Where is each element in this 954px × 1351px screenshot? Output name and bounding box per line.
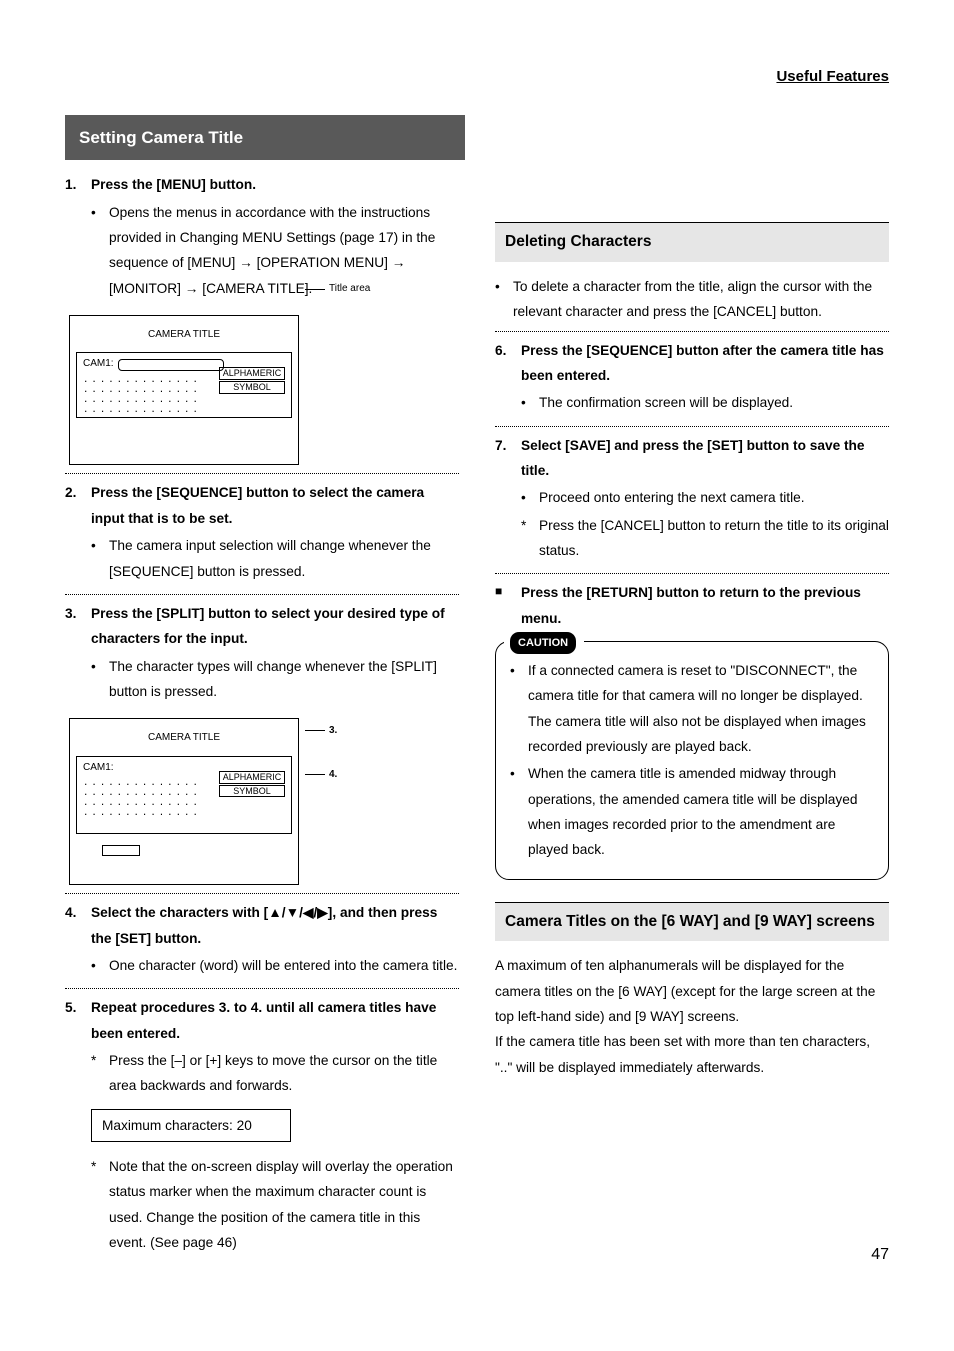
alphameric-btn: ALPHAMERIC <box>219 367 285 380</box>
header-section: Useful Features <box>65 63 889 91</box>
deleting-chars-title: Deleting Characters <box>495 222 889 262</box>
way-paragraph: If the camera title has been set with mo… <box>495 1029 889 1080</box>
step-number: 2. <box>65 480 91 587</box>
symbol-btn: SYMBOL <box>219 785 285 798</box>
step-head: Press the [SPLIT] button to select your … <box>91 601 459 652</box>
right-column: Deleting Characters • To delete a charac… <box>495 172 889 1259</box>
step-detail: The character types will change whenever… <box>109 654 459 705</box>
step-number: 5. <box>65 995 91 1102</box>
caution-box: CAUTION • If a connected camera is reset… <box>495 641 889 880</box>
caution-text: When the camera title is amended midway … <box>528 761 874 862</box>
asterisk-icon: * <box>91 1048 109 1099</box>
bullet-icon: • <box>91 533 109 584</box>
page-number: 47 <box>871 1240 889 1270</box>
cam-label: CAM1: <box>83 759 114 778</box>
caution-text: If a connected camera is reset to "DISCO… <box>528 658 874 759</box>
way-screens-title: Camera Titles on the [6 WAY] and [9 WAY]… <box>495 902 889 942</box>
symbol-btn: SYMBOL <box>219 381 285 394</box>
bullet-icon: • <box>91 953 109 978</box>
step-number: 3. <box>65 601 91 708</box>
max-chars-note: Maximum characters: 20 <box>91 1109 291 1142</box>
step-number: 6. <box>495 338 521 420</box>
step-head: Press the [MENU] button. <box>91 172 459 197</box>
step-detail: Proceed onto entering the next camera ti… <box>539 485 889 510</box>
step-head: Press the [SEQUENCE] button after the ca… <box>521 338 889 389</box>
bullet-icon: • <box>91 654 109 705</box>
diagram-title: CAMERA TITLE <box>76 326 292 345</box>
square-bullet-icon: ■ <box>495 580 521 631</box>
step-note: Press the [–] or [+] keys to move the cu… <box>109 1048 459 1099</box>
annotation-4: 4. <box>329 768 337 782</box>
step-detail: The camera input selection will change w… <box>109 533 459 584</box>
bullet-icon: • <box>521 485 539 510</box>
bullet-icon: • <box>510 658 528 759</box>
step-head: Select [SAVE] and press the [SET] button… <box>521 433 889 484</box>
title-input-box <box>118 359 224 371</box>
left-column: 1. Press the [MENU] button. • Opens the … <box>65 172 459 1259</box>
return-note: Press the [RETURN] button to return to t… <box>521 580 889 631</box>
camera-title-diagram-2: CAMERA TITLE CAM1: .....................… <box>69 718 459 885</box>
annotation-3: 3. <box>329 724 337 738</box>
bullet-icon: • <box>510 761 528 862</box>
cam-label: CAM1: <box>83 355 114 374</box>
deleting-detail: To delete a character from the title, al… <box>513 274 889 325</box>
step-note: Note that the on-screen display will ove… <box>109 1154 459 1255</box>
step-note: Press the [CANCEL] button to return the … <box>539 513 889 564</box>
step-detail: Opens the menus in accordance with the i… <box>109 200 459 301</box>
bullet-icon: • <box>521 390 539 415</box>
asterisk-icon: * <box>521 513 539 564</box>
step-detail: The confirmation screen will be displaye… <box>539 390 889 415</box>
step-head: Press the [SEQUENCE] button to select th… <box>91 480 459 531</box>
section-title: Setting Camera Title <box>65 115 465 160</box>
step-head: Repeat procedures 3. to 4. until all cam… <box>91 995 459 1046</box>
step-number: 7. <box>495 433 521 568</box>
step-number: 4. <box>65 900 91 982</box>
way-paragraph: A maximum of ten alphanumerals will be d… <box>495 953 889 1029</box>
cursor-box <box>102 845 140 856</box>
step-detail: One character (word) will be entered int… <box>109 953 459 978</box>
asterisk-icon: * <box>91 1154 109 1255</box>
bullet-icon: • <box>91 200 109 301</box>
bullet-icon: • <box>495 274 513 325</box>
diagram-title: CAMERA TITLE <box>76 729 292 748</box>
step-head: Select the characters with [▲/▼/◀/▶], an… <box>91 900 459 951</box>
title-area-label: Title area <box>329 282 370 296</box>
caution-label: CAUTION <box>510 632 576 654</box>
alphameric-btn: ALPHAMERIC <box>219 771 285 784</box>
step-number: 1. <box>65 172 91 305</box>
camera-title-diagram-1: CAMERA TITLE CAM1: .....................… <box>69 315 459 466</box>
